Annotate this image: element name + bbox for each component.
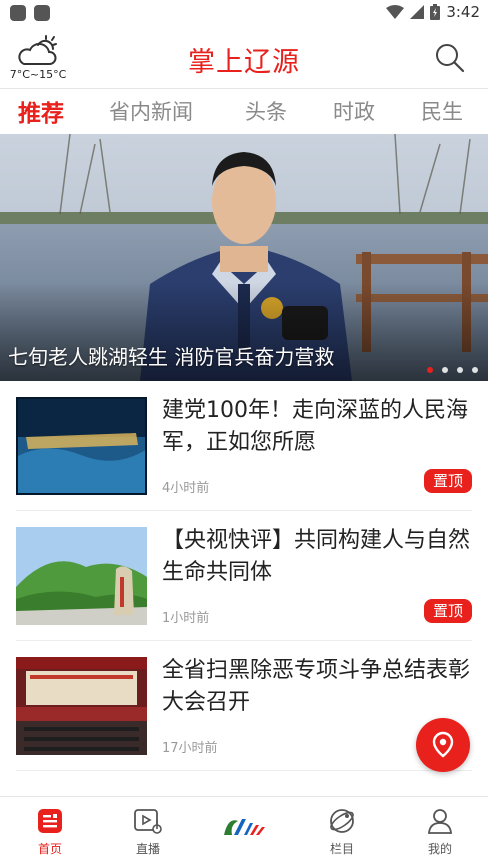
tab-recommended[interactable]: 推荐 [18, 94, 64, 128]
bottom-navigation: 首页 直播 栏目 我的 [0, 796, 488, 868]
app-title: 掌上辽源 [188, 47, 300, 78]
carousel-dot [442, 367, 448, 373]
nav-home[interactable]: 首页 [15, 807, 85, 857]
carousel-dot [427, 367, 433, 373]
carousel-dot [472, 367, 478, 373]
news-item[interactable]: 全省扫黑除恶专项斗争总结表彰大会召开 17小时前 [0, 641, 488, 771]
nav-columns[interactable]: 栏目 [307, 807, 377, 857]
news-thumbnail [16, 527, 147, 625]
news-time: 17小时前 [162, 741, 218, 756]
user-icon [428, 809, 452, 834]
nav-label: 直播 [135, 842, 160, 856]
planet-icon [330, 809, 354, 833]
category-tabs: 推荐 省内新闻 头条 时政 民生 [0, 89, 488, 133]
nav-profile[interactable]: 我的 [405, 807, 475, 857]
brand-logo-icon [224, 819, 265, 835]
nav-live[interactable]: 直播 [113, 807, 183, 857]
location-pin-icon [432, 731, 454, 758]
app-header: 7°C~15°C 掌上辽源 [0, 26, 488, 88]
tab-politics[interactable]: 时政 [333, 96, 375, 126]
news-item[interactable]: 建党100年！走向深蓝的人民海军，正如您所愿 4小时前 置顶 [0, 381, 488, 511]
pinned-badge: 置顶 [424, 469, 472, 493]
search-button[interactable] [434, 42, 466, 74]
news-item[interactable]: 【央视快评】共同构建人与自然生命共同体 1小时前 置顶 [0, 511, 488, 641]
banner-caption: 七旬老人跳湖轻生 消防官兵奋力营救 [8, 345, 335, 369]
notification-icon [34, 5, 50, 21]
pinned-badge: 置顶 [424, 599, 472, 623]
nav-label: 栏目 [329, 842, 354, 856]
battery-icon [430, 4, 441, 20]
nav-label: 我的 [427, 842, 452, 856]
news-thumbnail [16, 657, 147, 755]
news-time: 1小时前 [162, 611, 210, 626]
news-title: 【央视快评】共同构建人与自然生命共同体 [162, 528, 471, 585]
nav-brand[interactable] [209, 813, 279, 846]
notification-icon [10, 5, 26, 21]
news-icon [38, 809, 62, 833]
signal-icon [410, 5, 425, 19]
live-icon [134, 809, 162, 834]
news-thumbnail [16, 397, 147, 495]
location-button[interactable] [416, 718, 470, 772]
clock: 3:42 [446, 3, 480, 21]
carousel-indicator [427, 367, 478, 373]
tab-provincial-news[interactable]: 省内新闻 [109, 96, 193, 126]
tab-livelihood[interactable]: 民生 [421, 96, 463, 126]
wifi-icon [386, 5, 405, 19]
banner-carousel[interactable]: 七旬老人跳湖轻生 消防官兵奋力营救 [0, 134, 488, 381]
tab-headlines[interactable]: 头条 [245, 96, 287, 126]
search-icon [436, 44, 465, 73]
nav-label: 首页 [37, 842, 62, 856]
list-divider [16, 770, 472, 771]
news-time: 4小时前 [162, 481, 210, 496]
status-bar: 3:42 [0, 0, 488, 26]
carousel-dot [457, 367, 463, 373]
news-title: 全省扫黑除恶专项斗争总结表彰大会召开 [162, 658, 471, 715]
news-title: 建党100年！走向深蓝的人民海军，正如您所愿 [162, 398, 468, 455]
